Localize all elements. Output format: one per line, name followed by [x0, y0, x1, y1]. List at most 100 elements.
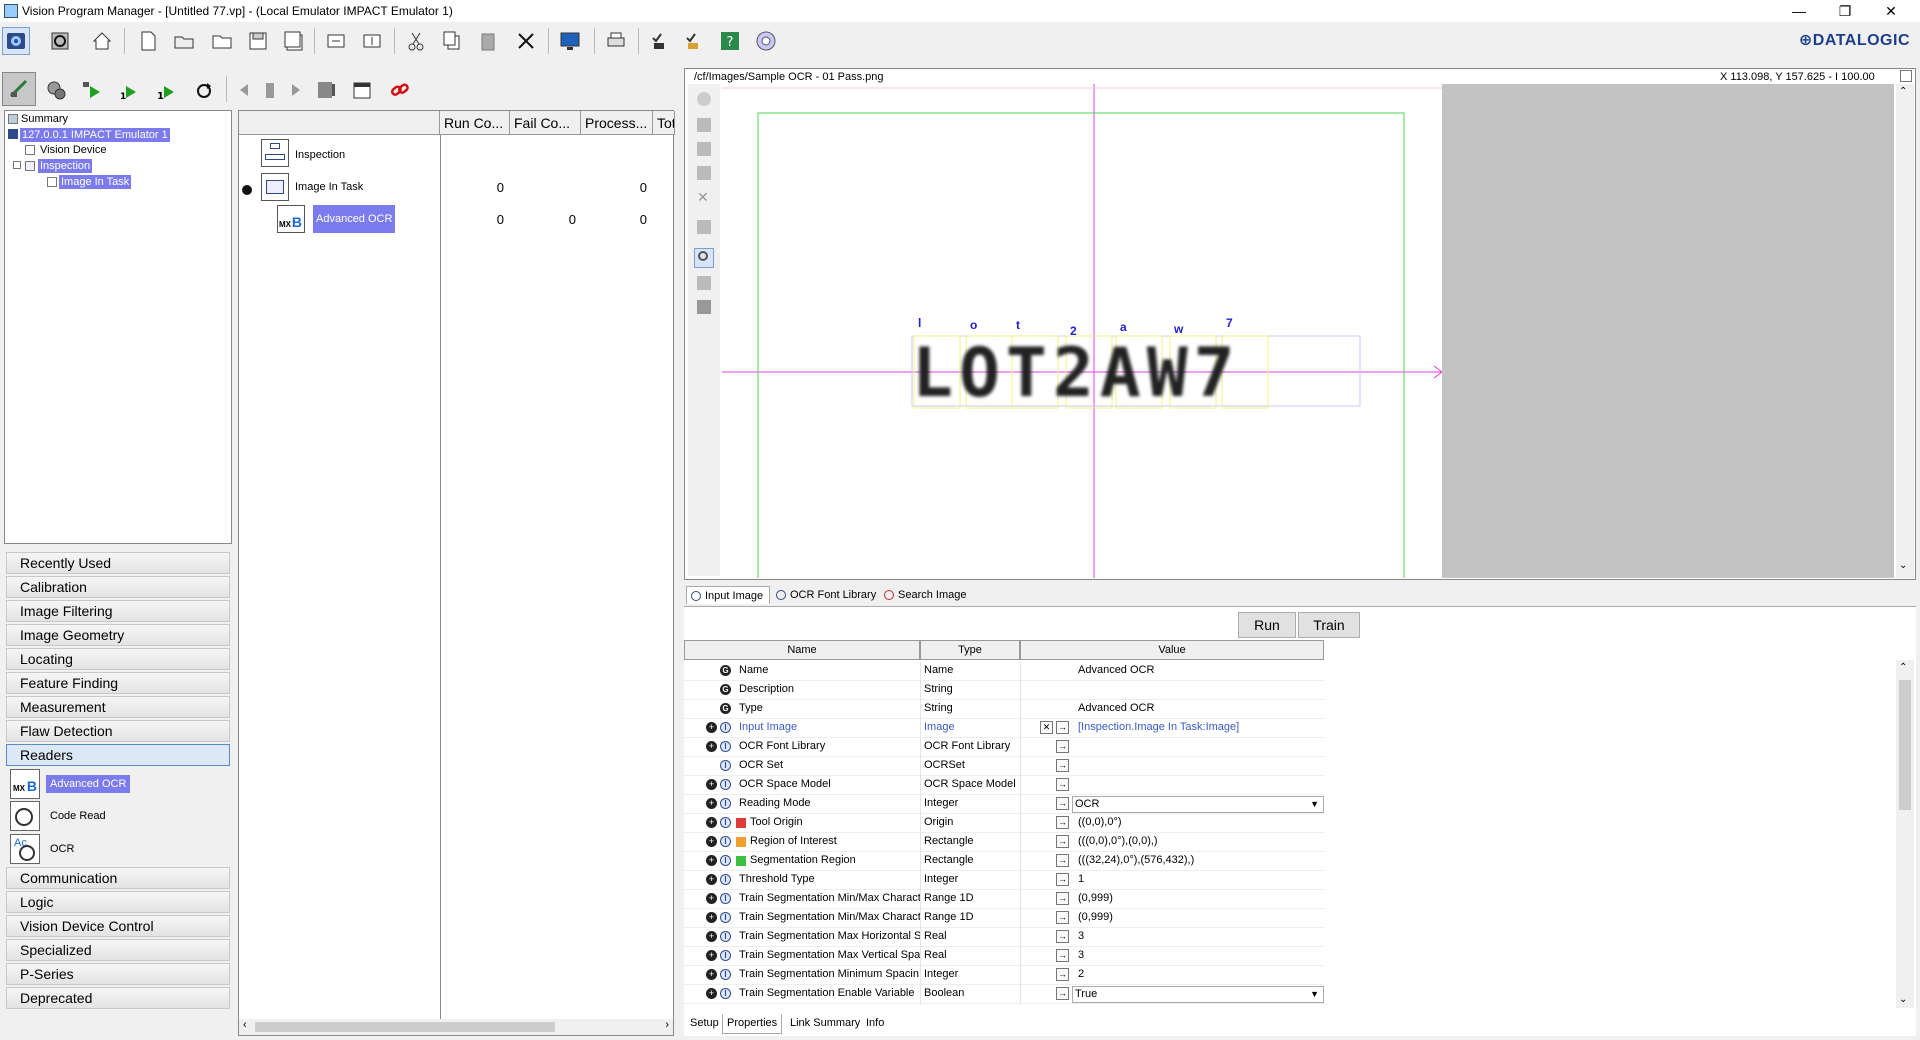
expand-icon[interactable]: + — [706, 741, 717, 752]
tool-code-read[interactable]: Code Read — [10, 800, 110, 832]
tab-info[interactable]: Info — [862, 1014, 888, 1034]
category-specialized[interactable]: Specialized — [6, 939, 230, 961]
category-recently-used[interactable]: Recently Used — [6, 552, 230, 574]
tree-image-in-task[interactable]: Image In Task — [59, 175, 132, 189]
prop-row[interactable]: G Name Name Advanced OCR — [684, 662, 1764, 681]
prop-value[interactable]: Advanced OCR — [1078, 664, 1322, 676]
link-icon[interactable]: → — [1056, 778, 1069, 791]
clear-link-icon[interactable]: ✕ — [1040, 721, 1053, 734]
grid-header-process[interactable]: Process... — [581, 111, 653, 135]
expand-icon[interactable]: + — [706, 779, 717, 790]
category-communication[interactable]: Communication — [6, 867, 230, 889]
category-readers[interactable]: Readers — [6, 744, 230, 766]
run-icon[interactable] — [78, 76, 106, 104]
link-icon[interactable]: → — [1056, 892, 1069, 905]
expand-icon[interactable]: + — [706, 950, 717, 961]
download-icon[interactable] — [358, 27, 386, 55]
expand-icon[interactable]: + — [706, 893, 717, 904]
prop-row[interactable]: + I Train Segmentation Max Horizontal S Rea… — [684, 928, 1764, 947]
category-image-filtering[interactable]: Image Filtering — [6, 600, 230, 622]
prop-header-value[interactable]: Value — [1020, 640, 1324, 660]
delete-icon[interactable] — [512, 27, 540, 55]
about-icon[interactable] — [752, 27, 780, 55]
link-icon[interactable]: → — [1056, 721, 1069, 734]
collapse-icon[interactable] — [13, 161, 21, 169]
link-icon[interactable]: → — [1056, 797, 1069, 810]
prev-icon[interactable] — [230, 76, 258, 104]
scroll-thumb[interactable] — [1899, 680, 1911, 810]
fit-icon[interactable] — [697, 276, 711, 290]
expand-icon[interactable]: + — [706, 969, 717, 980]
tree-device[interactable]: 127.0.0.1 IMPACT Emulator 1 — [20, 128, 170, 142]
expand-icon[interactable]: + — [706, 798, 717, 809]
value-dropdown[interactable]: OCR ▼ — [1072, 796, 1324, 813]
tab-setup[interactable]: Setup — [686, 1014, 723, 1034]
step-icon[interactable]: 1 — [152, 76, 180, 104]
save-all-icon[interactable] — [280, 27, 308, 55]
category-logic[interactable]: Logic — [6, 891, 230, 913]
save-icon[interactable] — [244, 27, 272, 55]
grid-header-total[interactable]: Tot — [653, 111, 675, 135]
expand-icon[interactable]: + — [706, 912, 717, 923]
grid-hscroll[interactable]: ‹ › — [239, 1019, 673, 1035]
settings-icon[interactable] — [42, 76, 70, 104]
grid-header-fail-count[interactable]: Fail Co... — [510, 111, 581, 135]
device-icon[interactable] — [2, 27, 30, 55]
link-icon[interactable]: → — [1056, 759, 1069, 772]
stop-icon[interactable] — [46, 27, 74, 55]
value-dropdown[interactable]: True ▼ — [1072, 986, 1324, 1003]
help-icon[interactable]: ? — [716, 27, 744, 55]
region-icon[interactable] — [697, 220, 711, 234]
category-image-geometry[interactable]: Image Geometry — [6, 624, 230, 646]
category-calibration[interactable]: Calibration — [6, 576, 230, 598]
category-deprecated[interactable]: Deprecated — [6, 987, 230, 1009]
zoom-icon[interactable] — [694, 248, 714, 268]
tree-vision-device[interactable]: Vision Device — [38, 143, 108, 157]
print-icon[interactable] — [602, 27, 630, 55]
collapse-icon[interactable] — [242, 185, 252, 195]
expand-icon[interactable]: + — [706, 988, 717, 999]
link-icon[interactable]: → — [1056, 968, 1069, 981]
prop-row[interactable]: + I Segmentation Region Rectangle → (((32,24)… — [684, 852, 1764, 871]
pointer-icon[interactable] — [697, 92, 711, 106]
run-once-icon[interactable]: 1 — [114, 76, 142, 104]
scroll-thumb[interactable] — [255, 1022, 555, 1032]
restore-button[interactable]: ❐ — [1822, 0, 1868, 22]
paste-icon[interactable] — [697, 166, 711, 180]
grid-row-name[interactable]: Image In Task — [295, 181, 363, 193]
image-vscroll[interactable]: ⌃ ⌄ — [1896, 84, 1914, 578]
link-icon[interactable]: → — [1056, 854, 1069, 867]
run-button[interactable]: Run — [1238, 612, 1296, 638]
category-p-series[interactable]: P-Series — [6, 963, 230, 985]
copy-icon[interactable] — [438, 27, 466, 55]
next-icon[interactable] — [282, 76, 310, 104]
expand-icon[interactable]: + — [706, 931, 717, 942]
tab-search-image[interactable]: Search Image — [880, 586, 972, 604]
tab-ocr-font-library[interactable]: OCR Font Library — [772, 586, 882, 604]
grid-row-name[interactable]: Advanced OCR — [313, 205, 396, 233]
teach-icon[interactable] — [2, 72, 36, 106]
tool-ocr[interactable]: Ac OCR — [10, 833, 78, 865]
category-feature-finding[interactable]: Feature Finding — [6, 672, 230, 694]
prop-row[interactable]: + I Region of Interest Rectangle → (((0,0),0°… — [684, 833, 1764, 852]
link-icon[interactable]: → — [1056, 740, 1069, 753]
prop-row[interactable]: + I Reading Mode Integer → OCR ▼ — [684, 795, 1764, 814]
link-icon[interactable]: → — [1056, 816, 1069, 829]
actual-size-icon[interactable] — [697, 300, 711, 314]
prop-header-name[interactable]: Name — [684, 640, 920, 660]
train-button[interactable]: Train — [1298, 612, 1360, 638]
frames-icon[interactable] — [312, 76, 340, 104]
prop-header-type[interactable]: Type — [920, 640, 1020, 660]
pin-icon[interactable] — [1900, 70, 1912, 82]
link-icon[interactable]: → — [1056, 949, 1069, 962]
minimize-button[interactable]: — — [1776, 0, 1822, 22]
tool-check-icon[interactable] — [680, 27, 708, 55]
tree-inspection[interactable]: Inspection — [38, 159, 93, 173]
grid-header-run-count[interactable]: Run Co... — [440, 111, 510, 135]
cut-icon[interactable] — [697, 118, 711, 132]
link-icon[interactable] — [386, 76, 414, 104]
link-icon[interactable]: → — [1056, 835, 1069, 848]
category-vision-device-control[interactable]: Vision Device Control — [6, 915, 230, 937]
open-icon[interactable] — [170, 27, 198, 55]
monitor-icon[interactable] — [556, 27, 584, 55]
